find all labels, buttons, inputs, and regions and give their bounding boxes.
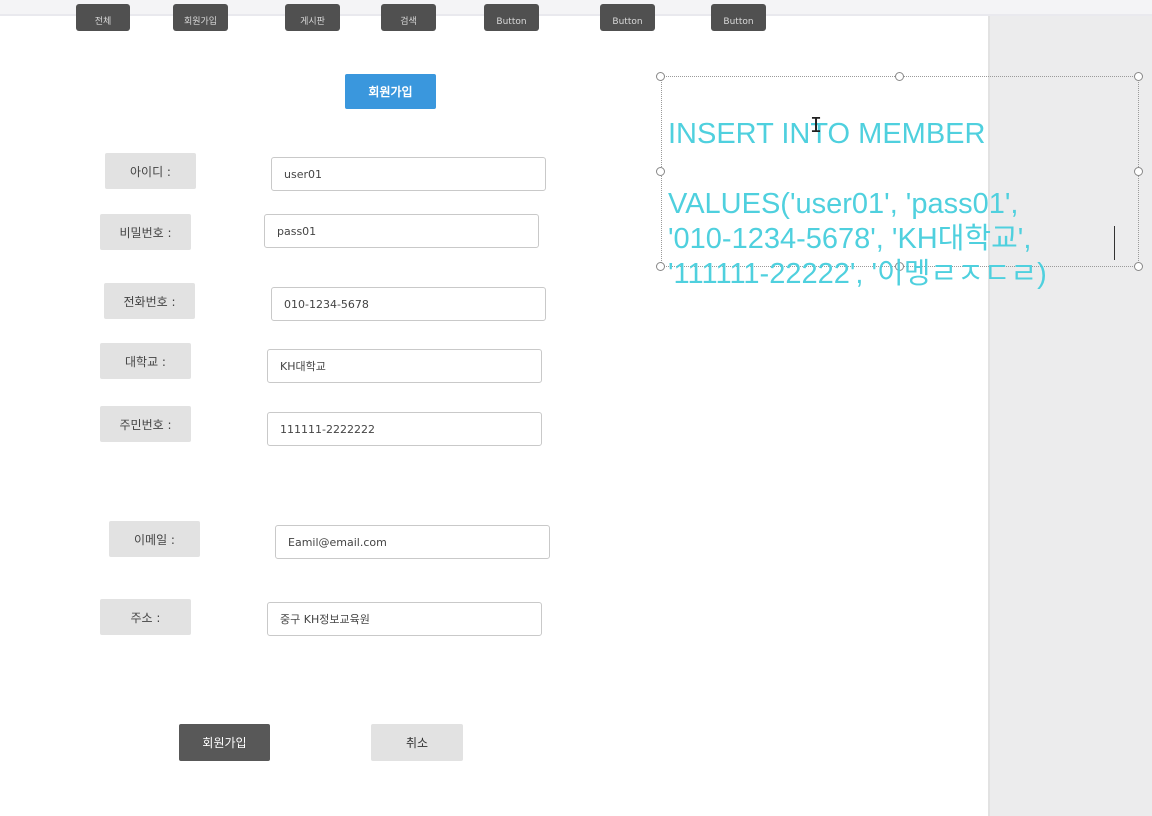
cancel-button[interactable]: 취소 [371,724,463,761]
sql-line: '010-1234-5678', 'KH대학교', [668,223,1032,255]
top-button-1[interactable]: 전체 [76,4,130,31]
top-button-4[interactable]: 검색 [381,4,436,31]
password-field[interactable]: pass01 [264,214,539,248]
email-label: 이메일 : [109,521,200,557]
sql-line: INSERT INTO MEMBER [668,118,986,150]
sql-line: VALUES('user01', 'pass01', [668,188,1019,220]
password-label: 비밀번호 : [100,214,191,250]
text-caret [1114,226,1115,260]
resize-handle-top-left[interactable] [656,72,665,81]
resize-handle-top[interactable] [895,72,904,81]
ibeam-cursor-icon: I [810,113,823,137]
resize-handle-bottom-left[interactable] [656,262,665,271]
sql-line: '111111-22222', '이멩ㄹㅈㄷㄹ) [668,258,1047,290]
sql-text[interactable]: INSERT INTO MEMBER VALUES('user01', 'pass… [668,82,1138,327]
top-button-3[interactable]: 게시판 [285,4,340,31]
top-button-5[interactable]: Button [484,4,539,31]
university-field[interactable]: KH대학교 [267,349,542,383]
email-field[interactable]: Eamil@email.com [275,525,550,559]
id-label: 아이디 : [105,153,196,189]
resident-number-field[interactable]: 111111-2222222 [267,412,542,446]
address-label: 주소 : [100,599,191,635]
signup-title-button[interactable]: 회원가입 [345,74,436,109]
top-button-7[interactable]: Button [711,4,766,31]
phone-label: 전화번호 : [104,283,195,319]
resident-number-label: 주민번호 : [100,406,191,442]
resize-handle-top-right[interactable] [1134,72,1143,81]
phone-field[interactable]: 010-1234-5678 [271,287,546,321]
id-field[interactable]: user01 [271,157,546,191]
resize-handle-left[interactable] [656,167,665,176]
address-field[interactable]: 중구 KH정보교육원 [267,602,542,636]
university-label: 대학교 : [100,343,191,379]
top-button-2[interactable]: 회원가입 [173,4,228,31]
top-button-6[interactable]: Button [600,4,655,31]
sql-line-blank [668,152,1138,187]
submit-button[interactable]: 회원가입 [179,724,270,761]
